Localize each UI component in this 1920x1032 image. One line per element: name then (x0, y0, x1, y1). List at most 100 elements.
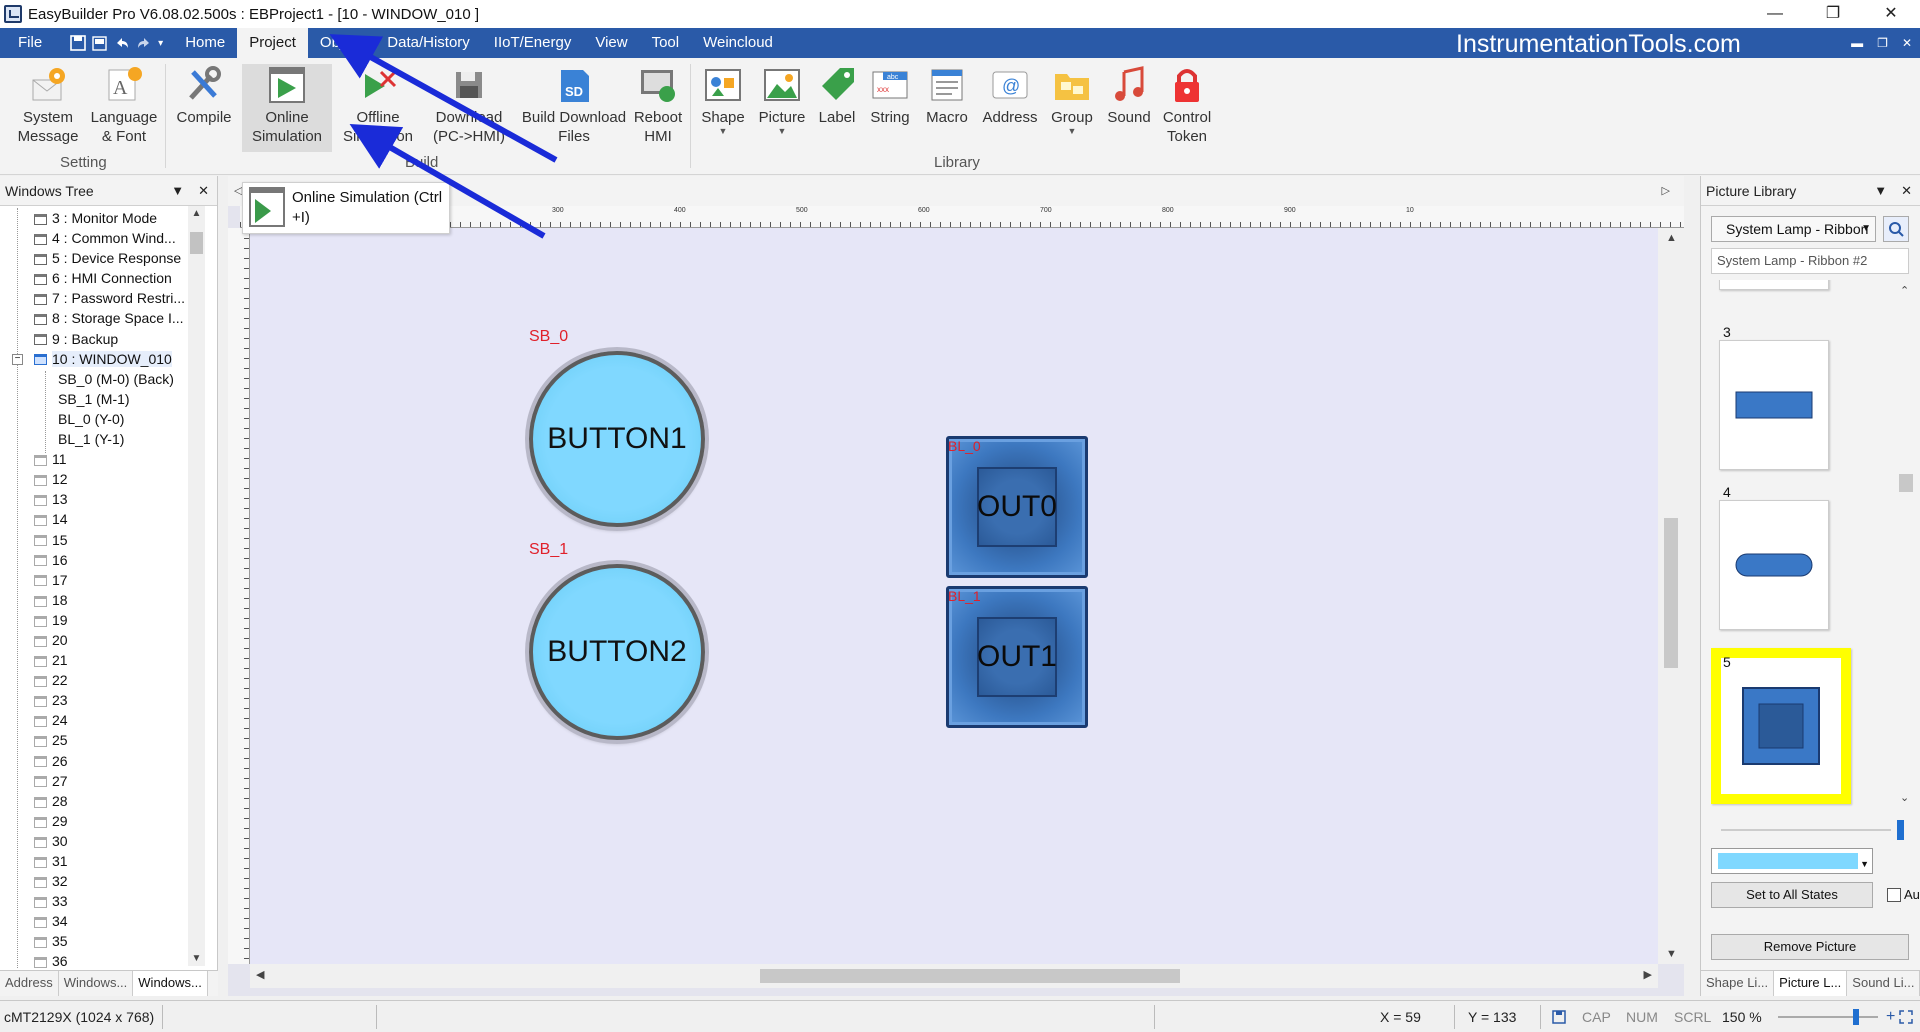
tree-window-item[interactable]: 23 (4, 690, 200, 710)
scroll-thumb[interactable] (1899, 474, 1913, 492)
thumbnail-card-5-selected[interactable] (1711, 648, 1851, 804)
tab-picture-library[interactable]: Picture L... (1774, 971, 1848, 996)
out0-bit-lamp[interactable]: OUT0 (946, 436, 1088, 578)
tree-window-item[interactable]: 16 (4, 550, 200, 570)
tab-sound-library[interactable]: Sound Li... (1847, 971, 1920, 996)
tab-windows-2[interactable]: Windows... (133, 971, 208, 996)
tree-window-item[interactable]: 25 (4, 730, 200, 750)
redo-icon[interactable] (136, 35, 152, 51)
thumbnail-card-3[interactable] (1719, 340, 1829, 470)
scroll-up-icon[interactable]: ▲ (1666, 232, 1677, 244)
shape-button[interactable]: Shape ▼ (696, 64, 750, 152)
thumbnail-card-4[interactable] (1719, 500, 1829, 630)
design-canvas[interactable]: SB_0 BUTTON1 SB_1 BUTTON2 OUT0 BL_0 OUT1… (250, 228, 1658, 964)
label-button[interactable]: Label (812, 64, 862, 152)
tree-window-item[interactable]: 18 (4, 590, 200, 610)
language-font-button[interactable]: A Language & Font (86, 64, 162, 152)
tree-window-item[interactable]: − 10 : WINDOW_010 (4, 349, 200, 369)
address-button[interactable]: @ Address (978, 64, 1042, 152)
compile-button[interactable]: Compile (172, 64, 236, 152)
tree-window-item[interactable]: 15 (4, 530, 200, 550)
tree-window-item[interactable]: 33 (4, 891, 200, 911)
collapse-icon[interactable]: − (12, 353, 23, 365)
doc-close-icon[interactable]: ✕ (1902, 36, 1912, 50)
picture-button[interactable]: Picture ▼ (754, 64, 810, 152)
tree-object-item[interactable]: SB_1 (M-1) (4, 389, 200, 409)
button1-set-bit[interactable]: BUTTON1 (529, 351, 705, 527)
scroll-up-icon[interactable]: ⌃ (1900, 284, 1909, 297)
tree-window-item[interactable]: 27 (4, 771, 200, 791)
tree-window-item[interactable]: 7 : Password Restri... (4, 288, 200, 308)
online-simulation-button[interactable]: Online Simulation (242, 64, 332, 152)
sound-button[interactable]: Sound (1102, 64, 1156, 152)
library-select[interactable]: System Lamp - Ribbon ▼ (1711, 216, 1876, 242)
thumbnail-card-partial[interactable] (1719, 280, 1829, 290)
zoom-slider-track[interactable] (1778, 1016, 1878, 1018)
group-button[interactable]: Group ▼ (1044, 64, 1100, 152)
panel-menu-icon[interactable]: ▼ (1874, 183, 1887, 199)
string-button[interactable]: abc xxx String (864, 64, 916, 152)
tree-window-item[interactable]: 14 (4, 509, 200, 529)
panel-menu-icon[interactable]: ▼ (171, 183, 184, 199)
tree-window-item[interactable]: 11 (4, 449, 200, 469)
tree-window-item[interactable]: 29 (4, 811, 200, 831)
menu-home[interactable]: Home (173, 28, 237, 58)
scroll-down-icon[interactable]: ⌄ (1900, 791, 1909, 804)
tree-window-item[interactable]: 22 (4, 670, 200, 690)
auto-checkbox[interactable]: Au (1887, 887, 1920, 902)
fit-to-window-icon[interactable] (1898, 1009, 1914, 1025)
menu-file[interactable]: File (0, 28, 60, 58)
thumbnail-size-slider[interactable] (1711, 820, 1911, 840)
scroll-up-icon[interactable]: ▲ (188, 208, 205, 219)
save-icon[interactable] (70, 35, 86, 51)
tree-window-item[interactable]: 12 (4, 469, 200, 489)
save-all-icon[interactable] (92, 35, 108, 51)
tree-window-item[interactable]: 24 (4, 710, 200, 730)
panel-close-icon[interactable]: ✕ (1901, 183, 1912, 199)
picture-color-picker[interactable]: ▼ (1711, 848, 1873, 874)
tree-window-item[interactable]: 19 (4, 610, 200, 630)
customize-quick-access-icon[interactable]: ▾ (158, 38, 163, 49)
tree-window-item[interactable]: 8 : Storage Space I... (4, 308, 200, 328)
button2-set-bit[interactable]: BUTTON2 (529, 564, 705, 740)
tree-window-item[interactable]: 35 (4, 931, 200, 951)
system-message-button[interactable]: System Message (14, 64, 82, 152)
menu-weincloud[interactable]: Weincloud (691, 28, 785, 58)
tree-window-item[interactable]: 4 : Common Wind... (4, 228, 200, 248)
set-to-all-states-button[interactable]: Set to All States (1711, 882, 1873, 908)
download-button[interactable]: Download (PC->HMI) (424, 64, 514, 152)
zoom-slider-knob[interactable] (1853, 1009, 1859, 1025)
undo-icon[interactable] (114, 35, 130, 51)
tree-window-item[interactable]: 34 (4, 911, 200, 931)
menu-view[interactable]: View (583, 28, 639, 58)
tree-window-item[interactable]: 30 (4, 831, 200, 851)
doc-restore-icon[interactable]: ❐ (1877, 36, 1888, 50)
tree-window-item[interactable]: 28 (4, 791, 200, 811)
library-search-button[interactable] (1883, 216, 1909, 242)
scroll-right-icon[interactable]: ▶ (1644, 968, 1652, 981)
tree-window-item[interactable]: 32 (4, 871, 200, 891)
tree-object-item[interactable]: BL_1 (Y-1) (4, 429, 200, 449)
tree-window-item[interactable]: 6 : HMI Connection (4, 268, 200, 288)
scroll-thumb[interactable] (760, 969, 1180, 983)
doc-minimize-icon[interactable]: ▬ (1851, 36, 1863, 50)
checkbox-box[interactable] (1887, 887, 1901, 902)
tree-window-item[interactable]: 21 (4, 650, 200, 670)
tree-window-item[interactable]: 3 : Monitor Mode (4, 208, 200, 228)
tab-windows-1[interactable]: Windows... (59, 971, 134, 996)
build-download-files-button[interactable]: SD Build Download Files (516, 64, 632, 152)
tree-object-item[interactable]: SB_0 (M-0) (Back) (4, 369, 200, 389)
scroll-left-icon[interactable]: ◀ (256, 968, 264, 981)
slider-knob[interactable] (1897, 820, 1904, 840)
picture-thumbnail-list[interactable]: 3 4 5 (1711, 280, 1909, 808)
reboot-hmi-button[interactable]: Reboot HMI (632, 64, 684, 152)
close-button[interactable]: ✕ (1862, 0, 1920, 28)
scroll-down-icon[interactable]: ▼ (188, 953, 205, 964)
menu-object[interactable]: Object (308, 28, 375, 58)
tree-window-item[interactable]: 9 : Backup (4, 329, 200, 349)
remove-picture-button[interactable]: Remove Picture (1711, 934, 1909, 960)
tree-window-item[interactable]: 17 (4, 570, 200, 590)
editor-vertical-scrollbar[interactable]: ▲ ▼ (1658, 228, 1684, 964)
tree-window-item[interactable]: 26 (4, 751, 200, 771)
panel-close-icon[interactable]: ✕ (198, 183, 209, 199)
